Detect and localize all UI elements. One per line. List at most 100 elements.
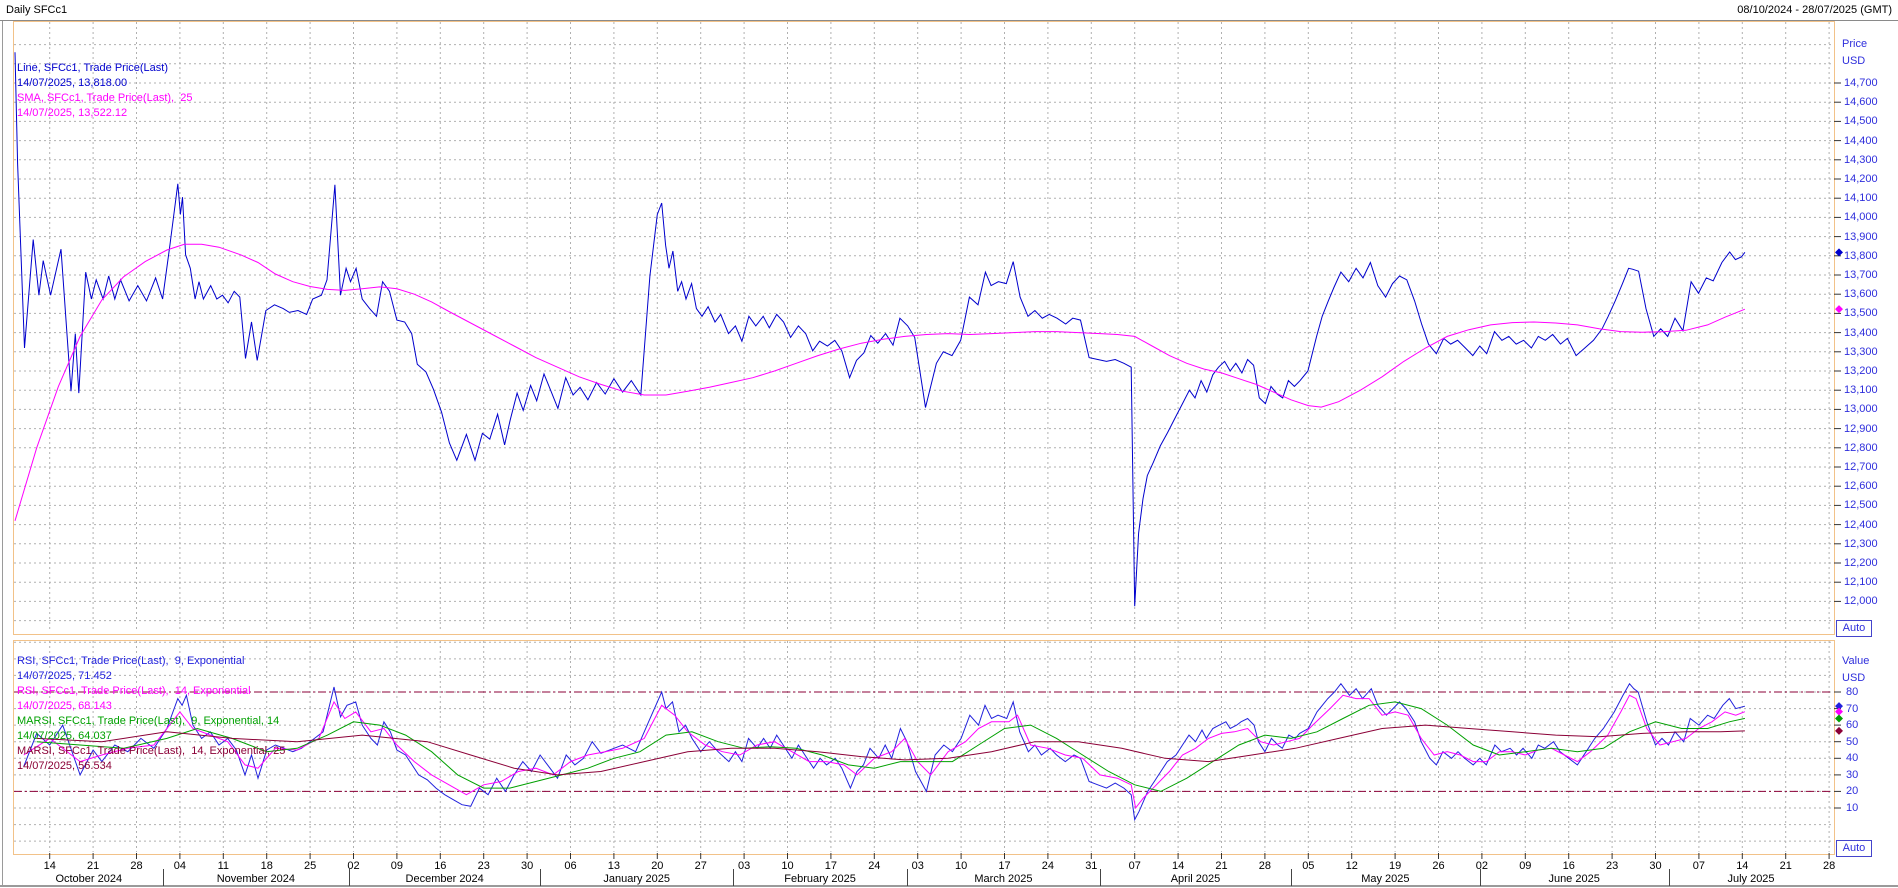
date-tick-label: 18	[261, 860, 273, 872]
price-tick-label: 12,700	[1844, 461, 1878, 473]
date-tick-label: 21	[87, 860, 99, 872]
date-tick-label: 28	[1823, 860, 1835, 872]
legend-rsi9-label: RSI, SFCc1, Trade Price(Last), 9, Expone…	[17, 655, 244, 668]
legend-marsi14-label: MARSI, SFCc1, Trade Price(Last), 14, Exp…	[17, 745, 285, 758]
month-label: June 2025	[1548, 873, 1599, 885]
price-axis-unit: USD	[1842, 55, 1865, 67]
date-tick-label: 28	[1259, 860, 1271, 872]
date-tick-label: 06	[564, 860, 576, 872]
date-tick-label: 14	[44, 860, 56, 872]
legend-marsi9-value: 14/07/2025, 64.037	[17, 730, 112, 743]
price-tick-label: 14,300	[1844, 154, 1878, 166]
price-autoscale-button[interactable]: Auto	[1836, 620, 1872, 637]
price-tick-label: 12,900	[1844, 423, 1878, 435]
price-tick-label: 12,100	[1844, 576, 1878, 588]
month-label: February 2025	[784, 873, 856, 885]
price-tick-label: 12,800	[1844, 442, 1878, 454]
price-tick-label: 12,300	[1844, 538, 1878, 550]
date-tick-label: 04	[174, 860, 186, 872]
value-tick-label: 40	[1846, 752, 1858, 764]
value-tick-label: 70	[1846, 703, 1858, 715]
date-tick-label: 03	[738, 860, 750, 872]
month-separator	[1480, 869, 1481, 886]
month-label: January 2025	[603, 873, 670, 885]
date-tick-label: 19	[1389, 860, 1401, 872]
date-tick-label: 16	[1563, 860, 1575, 872]
date-tick-label: 05	[1302, 860, 1314, 872]
month-label: December 2024	[406, 873, 484, 885]
value-axis-title: Value	[1842, 655, 1869, 667]
date-tick-label: 17	[825, 860, 837, 872]
value-tick-label: 10	[1846, 802, 1858, 814]
legend-rsi14-value: 14/07/2025, 68.143	[17, 700, 112, 713]
price-tick-label: 14,600	[1844, 96, 1878, 108]
price-tick-label: 13,000	[1844, 403, 1878, 415]
price-tick-label: 13,800	[1844, 250, 1878, 262]
date-tick-label: 02	[1476, 860, 1488, 872]
legend-rsi14-label: RSI, SFCc1, Trade Price(Last), 14, Expon…	[17, 685, 251, 698]
date-tick-label: 11	[218, 860, 229, 872]
price-tick-label: 14,200	[1844, 173, 1878, 185]
legend-rsi9-value: 14/07/2025, 71.452	[17, 670, 112, 683]
month-label: April 2025	[1171, 873, 1221, 885]
month-separator	[907, 869, 908, 886]
price-tick-label: 12,200	[1844, 557, 1878, 569]
price-tick-label: 12,500	[1844, 499, 1878, 511]
date-tick-label: 28	[130, 860, 142, 872]
date-tick-label: 27	[695, 860, 707, 872]
date-tick-label: 14	[1172, 860, 1184, 872]
date-tick-label: 23	[1606, 860, 1618, 872]
price-axis-title: Price	[1842, 38, 1867, 50]
date-tick-label: 10	[781, 860, 793, 872]
date-tick-label: 10	[955, 860, 967, 872]
month-label: November 2024	[217, 873, 295, 885]
date-tick-label: 30	[1649, 860, 1661, 872]
date-tick-label: 21	[1780, 860, 1792, 872]
date-tick-label: 17	[998, 860, 1010, 872]
price-tick-label: 13,600	[1844, 288, 1878, 300]
legend-price-line-label: Line, SFCc1, Trade Price(Last)	[17, 62, 168, 75]
price-tick-label: 12,600	[1844, 480, 1878, 492]
price-tick-label: 14,000	[1844, 211, 1878, 223]
value-axis-unit: USD	[1842, 672, 1865, 684]
price-tick-label: 13,400	[1844, 327, 1878, 339]
price-tick-label: 14,400	[1844, 135, 1878, 147]
price-tick-label: 14,500	[1844, 115, 1878, 127]
date-tick-label: 16	[434, 860, 446, 872]
date-tick-label: 14	[1736, 860, 1748, 872]
legend-sma-value: 14/07/2025, 13,522.12	[17, 107, 127, 120]
price-tick-label: 13,300	[1844, 346, 1878, 358]
date-tick-label: 09	[1519, 860, 1531, 872]
price-tick-label: 14,100	[1844, 192, 1878, 204]
month-label: March 2025	[974, 873, 1032, 885]
price-tick-label: 13,500	[1844, 307, 1878, 319]
month-separator	[1291, 869, 1292, 886]
month-separator	[1100, 869, 1101, 886]
date-tick-label: 31	[1085, 860, 1097, 872]
date-tick-label: 23	[478, 860, 490, 872]
price-tick-label: 13,100	[1844, 384, 1878, 396]
date-tick-label: 21	[1215, 860, 1227, 872]
value-tick-label: 80	[1846, 686, 1858, 698]
price-tick-label: 13,900	[1844, 231, 1878, 243]
value-tick-label: 50	[1846, 736, 1858, 748]
date-tick-label: 24	[868, 860, 880, 872]
date-tick-label: 26	[1432, 860, 1444, 872]
date-tick-label: 12	[1346, 860, 1358, 872]
legend-price-line-value: 14/07/2025, 13,818.00	[17, 77, 127, 90]
value-tick-label: 30	[1846, 769, 1858, 781]
price-tick-label: 12,000	[1844, 595, 1878, 607]
date-tick-label: 09	[391, 860, 403, 872]
month-separator	[349, 869, 350, 886]
price-tick-label: 14,700	[1844, 77, 1878, 89]
legend-marsi14-value: 14/07/2025, 56.534	[17, 760, 112, 773]
date-tick-label: 07	[1129, 860, 1141, 872]
month-label: July 2025	[1727, 873, 1774, 885]
month-separator	[163, 869, 164, 886]
date-tick-label: 13	[608, 860, 620, 872]
date-tick-label: 30	[521, 860, 533, 872]
rsi-autoscale-button[interactable]: Auto	[1836, 840, 1872, 857]
legend-sma-label: SMA, SFCc1, Trade Price(Last), 25	[17, 92, 192, 105]
month-separator	[540, 869, 541, 886]
month-label: May 2025	[1361, 873, 1409, 885]
